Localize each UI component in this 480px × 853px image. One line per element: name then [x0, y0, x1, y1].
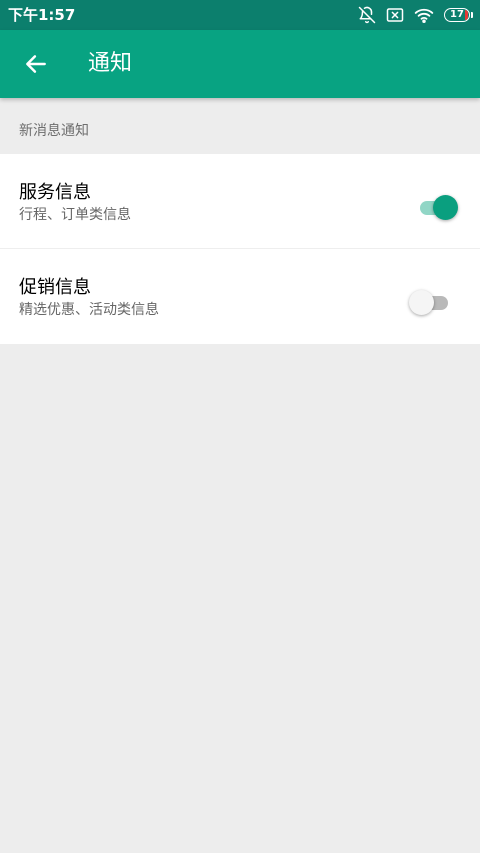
setting-row-service-info[interactable]: 服务信息 行程、订单类信息	[0, 154, 480, 249]
settings-list: 服务信息 行程、订单类信息 促销信息 精选优惠、活动类信息	[0, 154, 480, 344]
notifications-off-icon	[358, 6, 376, 24]
promotion-info-toggle[interactable]	[408, 288, 458, 318]
page-title: 通知	[88, 51, 133, 76]
setting-subtitle: 精选优惠、活动类信息	[19, 302, 159, 318]
toggle-thumb	[433, 195, 458, 220]
app-bar: 通知	[0, 30, 480, 98]
status-bar: 下午1:57 17	[0, 0, 480, 30]
setting-title: 促销信息	[19, 277, 91, 298]
back-button[interactable]	[16, 44, 56, 84]
battery-icon: 17	[444, 8, 474, 22]
setting-row-promotion-info[interactable]: 促销信息 精选优惠、活动类信息	[0, 249, 480, 344]
section-header-label: 新消息通知	[19, 123, 89, 139]
status-icons: 17	[348, 5, 474, 25]
battery-level: 17	[450, 9, 464, 20]
section-header: 新消息通知	[0, 98, 480, 154]
status-time: 下午1:57	[8, 6, 76, 24]
service-info-toggle[interactable]	[412, 193, 462, 223]
battery-tip	[471, 12, 473, 18]
sim-card-x-icon	[386, 7, 404, 23]
empty-area	[0, 344, 480, 853]
setting-subtitle: 行程、订单类信息	[19, 207, 131, 223]
arrow-left-icon	[23, 51, 49, 77]
toggle-thumb	[409, 290, 434, 315]
setting-title: 服务信息	[19, 182, 91, 203]
wifi-icon	[414, 6, 434, 24]
